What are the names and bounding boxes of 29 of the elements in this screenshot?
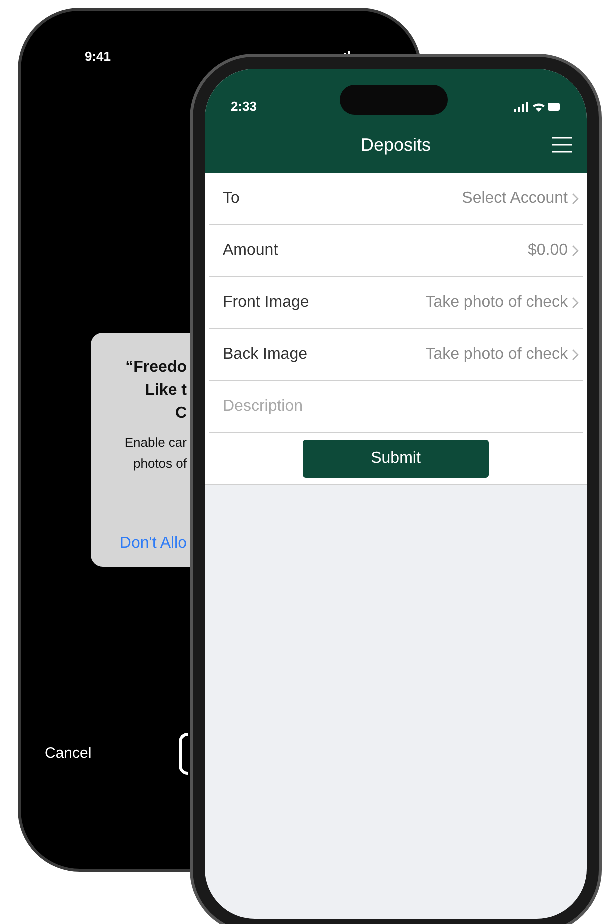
screen-title: Deposits — [360, 134, 432, 157]
alert-message: Enable car — [124, 434, 187, 452]
menu-icon[interactable] — [551, 136, 573, 154]
chevron-icon — [572, 348, 579, 360]
row-label: Amount — [223, 240, 278, 260]
row-label: To — [223, 188, 240, 208]
status-time: 2:33 — [231, 98, 258, 116]
row-value: $0.00 — [528, 240, 568, 260]
alert-title: “Freedo — [126, 358, 187, 378]
alert-message: photos of — [134, 455, 187, 473]
form-row[interactable]: Front Image Take photo of check — [209, 277, 583, 329]
chevron-icon — [572, 192, 579, 204]
row-label: Back Image — [223, 344, 308, 364]
submit-button[interactable]: Submit — [303, 440, 489, 478]
row-label: Front Image — [223, 292, 310, 312]
chevron-icon — [572, 244, 579, 256]
cancel-button[interactable]: Cancel — [45, 743, 92, 766]
row-value: Take photo of check — [426, 292, 568, 312]
chevron-icon — [572, 296, 579, 308]
alert-title: C — [175, 404, 187, 424]
alert-title: Like t — [145, 381, 187, 401]
status-icons — [513, 101, 561, 113]
form-row[interactable]: Back Image Take photo of check — [209, 329, 583, 381]
form-row[interactable]: To Select Account — [209, 173, 583, 225]
status-time: 9:41 — [85, 48, 112, 66]
description-field[interactable]: Description — [223, 394, 569, 418]
row-value: Select Account — [462, 188, 568, 208]
row-value: Take photo of check — [426, 344, 568, 364]
form-row[interactable]: Amount $0.00 — [209, 225, 583, 277]
